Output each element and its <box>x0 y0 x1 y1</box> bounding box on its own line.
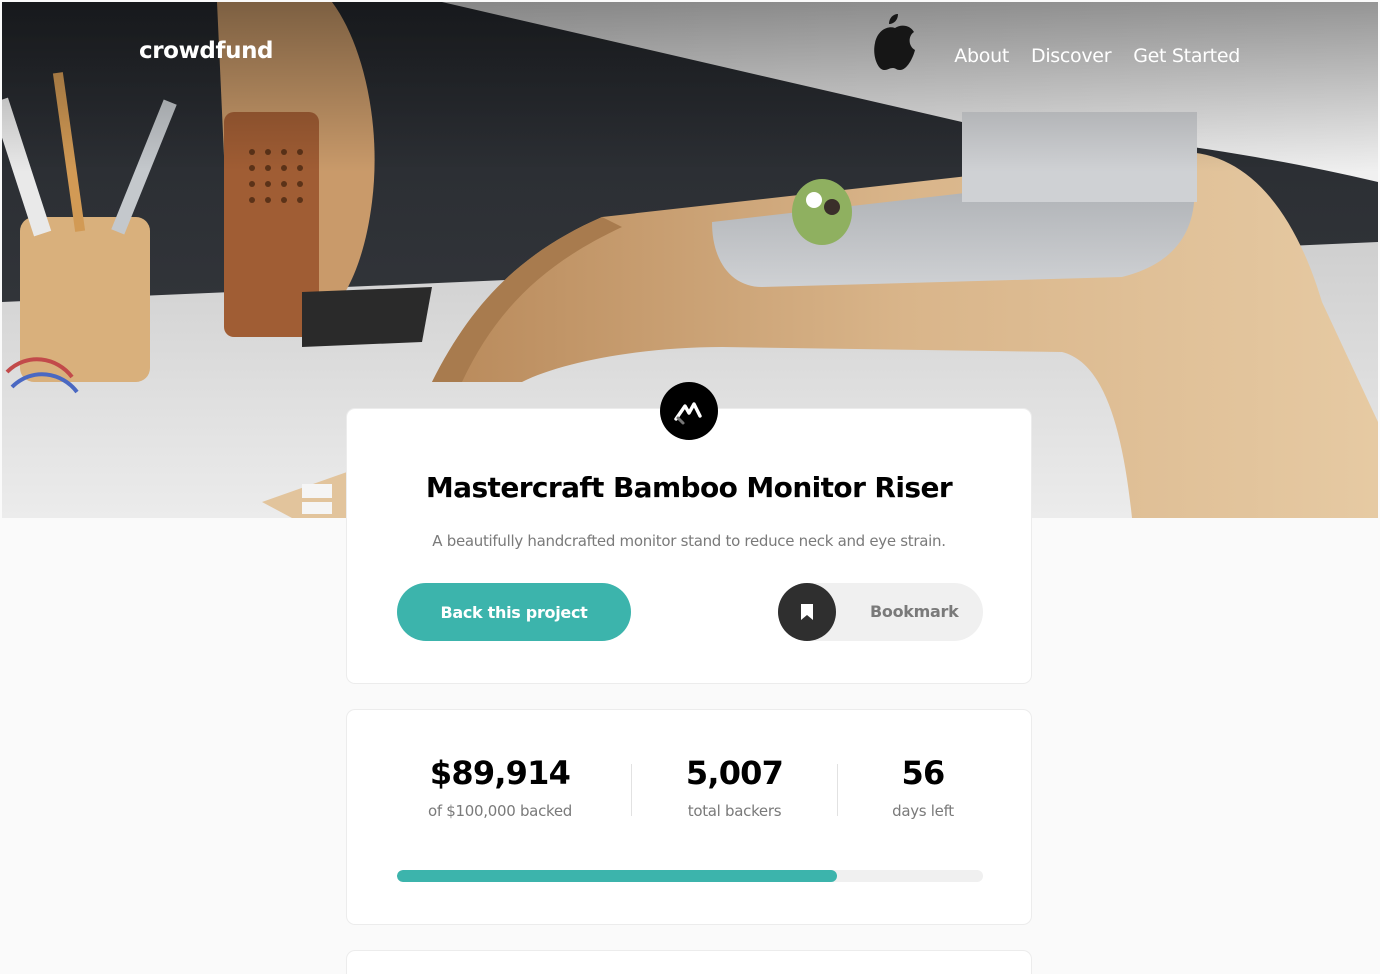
funding-progress-fill <box>397 870 837 882</box>
project-description: A beautifully handcrafted monitor stand … <box>432 532 946 550</box>
backers-count: 5,007 <box>685 754 784 792</box>
stat-backers: 5,007 total backers <box>632 754 837 820</box>
main-nav: About Discover Get Started <box>954 45 1240 67</box>
hero-shade <box>2 2 1378 172</box>
bookmark-button[interactable]: Bookmark <box>778 583 983 641</box>
mastercraft-logo-icon <box>660 382 718 440</box>
backed-label: of $100,000 backed <box>427 802 573 820</box>
project-stats-card: $89,914 of $100,000 backed 5,007 total b… <box>346 709 1032 925</box>
backers-label: total backers <box>687 802 782 820</box>
bookmark-icon <box>778 583 836 641</box>
bookmark-glyph-icon <box>801 604 813 620</box>
days-left-value: 56 <box>901 754 946 792</box>
about-project-card <box>346 950 1032 974</box>
project-intro-card: Mastercraft Bamboo Monitor Riser A beaut… <box>346 408 1032 684</box>
page: crowdfund About Discover Get Started Mas… <box>0 0 1380 974</box>
days-left-label: days left <box>892 802 954 820</box>
back-project-button[interactable]: Back this project <box>397 583 631 641</box>
stat-days-left: 56 days left <box>838 754 1008 820</box>
nav-about-link[interactable]: About <box>954 45 1009 67</box>
backed-amount: $89,914 <box>429 754 571 792</box>
apple-logo-icon <box>874 14 915 70</box>
nav-discover-link[interactable]: Discover <box>1031 45 1112 67</box>
site-logo[interactable]: crowdfund <box>139 38 274 64</box>
project-title: Mastercraft Bamboo Monitor Riser <box>425 471 953 504</box>
nav-get-started-link[interactable]: Get Started <box>1133 45 1240 67</box>
stat-backed: $89,914 of $100,000 backed <box>397 754 603 820</box>
funding-progress-bar <box>397 870 983 882</box>
mastercraft-mark-icon <box>674 402 702 425</box>
bookmark-label: Bookmark <box>870 602 959 621</box>
